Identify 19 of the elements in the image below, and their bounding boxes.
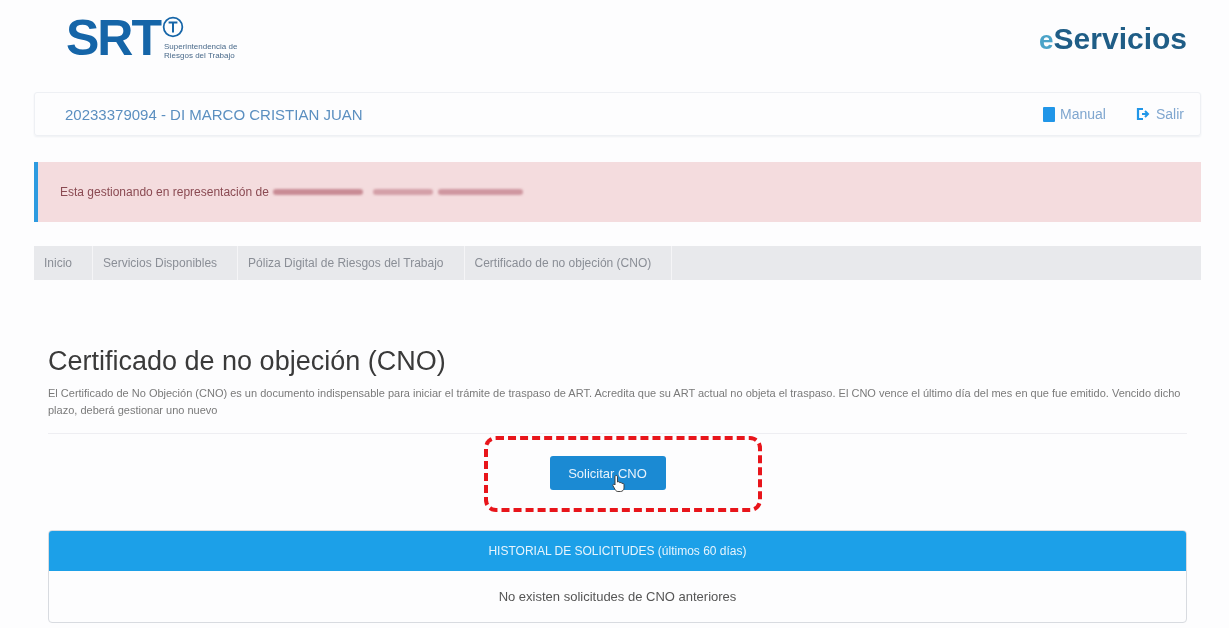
request-button[interactable]: Solicitar CNO [549, 456, 666, 490]
alert-text: Esta gestionando en representación de [60, 185, 269, 199]
panel-header: HISTORIAL DE SOLICITUDES (últimos 60 días) [49, 531, 1186, 571]
breadcrumb-item[interactable]: Servicios Disponibles [93, 246, 239, 280]
breadcrumb-item[interactable]: Certificado de no objeción (CNO) [464, 246, 673, 280]
book-icon [1043, 106, 1056, 122]
user-name: 20233379094 - DI MARCO CRISTIAN JUAN [65, 105, 363, 123]
empty-message: No existen solicitudes de CNO anteriores [497, 588, 738, 606]
emblem-icon [162, 16, 184, 38]
exit-icon [1136, 107, 1151, 121]
logo-subtitle: Superintendencia de Riesgos del Trabajo [164, 42, 238, 60]
brand-title: eServicios [1039, 22, 1187, 56]
page-title: Certificado de no objeción (CNO) [48, 346, 447, 377]
logo-text: SRT [66, 14, 160, 62]
nav-link[interactable]: Manual [1043, 106, 1106, 122]
breadcrumb-item[interactable]: Póliza Digital de Riesgos del Trabajo [238, 246, 465, 280]
description-text: El Certificado de No Objeción (CNO) es un documento indispensable para iniciar el trámite de traspaso de ART. Acredita que su ART actual no objeta el traspaso. El CNO vence el último día del mes en que fue emitido. Vencido dicho plazo, deberá gestionar uno nuevo [48, 386, 1182, 418]
breadcrumb-item[interactable]: Inicio [34, 246, 93, 280]
nav-link[interactable]: Salir [1136, 106, 1184, 122]
